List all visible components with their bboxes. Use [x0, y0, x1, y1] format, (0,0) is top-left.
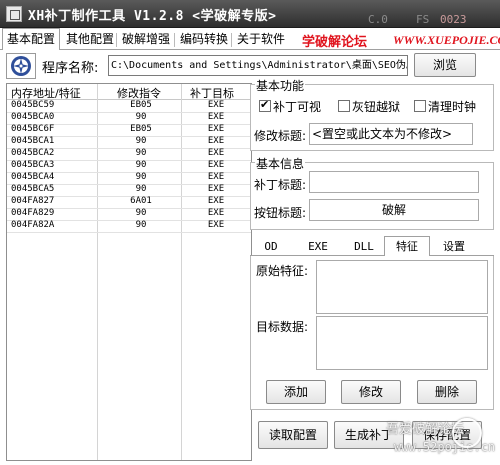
target-data-label: 目标数据:: [256, 320, 309, 334]
target-cell: EXE: [207, 136, 225, 146]
tab-feature[interactable]: 特征: [384, 236, 430, 257]
checkbox-clear-clock[interactable]: [414, 100, 426, 112]
checkbox-label: 灰钮越狱: [352, 100, 401, 114]
address-cell: 0045BC59: [11, 100, 55, 110]
target-cell: EXE: [207, 112, 225, 122]
address-cell: 0045BC6F: [11, 124, 55, 134]
watermark-url: www.52pojie.cn: [394, 440, 496, 454]
checkbox-gray-jailbreak[interactable]: [338, 100, 350, 112]
logo-button[interactable]: [6, 53, 36, 79]
target-cell: EXE: [207, 124, 225, 134]
instruction-cell: 90: [135, 172, 147, 182]
checkbox-label: 补丁可视: [273, 100, 322, 114]
address-cell: 0045BCA4: [11, 172, 55, 182]
tab-separator: [231, 33, 232, 47]
address-cell: 0045BCA5: [11, 184, 55, 194]
target-cell: EXE: [207, 160, 225, 170]
tab-separator: [174, 33, 175, 47]
tab-other-config[interactable]: 其他配置: [62, 30, 118, 50]
instruction-cell: 90: [135, 220, 147, 230]
target-cell: EXE: [207, 100, 225, 110]
modify-title-label: 修改标题:: [254, 129, 307, 143]
instruction-cell: 90: [135, 160, 147, 170]
modify-title-input[interactable]: <置空或此文本为不修改>: [309, 123, 473, 145]
tab-od[interactable]: OD: [254, 239, 288, 256]
read-config-button[interactable]: 读取配置: [258, 421, 328, 449]
forum-link[interactable]: 学破解论坛: [302, 31, 367, 50]
tab-exe[interactable]: EXE: [300, 239, 336, 256]
tab-about[interactable]: 关于软件: [233, 30, 289, 50]
instruction-cell: 90: [135, 148, 147, 158]
instruction-cell: 6A01: [130, 196, 152, 206]
column-header-target[interactable]: 补丁目标: [190, 85, 234, 101]
patch-list[interactable]: 内存地址/特征 修改指令 补丁目标 0045BC59 EB05 EXE 0045BCA…: [6, 83, 252, 461]
column-header-address[interactable]: 内存地址/特征: [11, 85, 81, 101]
forum-url-link[interactable]: WWW.XUEPOJIE.COM: [393, 33, 500, 48]
title-deco-text: FS: [416, 13, 430, 26]
instruction-cell: EB05: [130, 100, 152, 110]
table-row[interactable]: 004FA82A 90 EXE: [7, 220, 251, 233]
tab-separator: [116, 33, 117, 47]
original-feature-label: 原始特征:: [256, 264, 309, 278]
main-tab-bar: 基本配置 其他配置 破解增强 编码转换 关于软件 学破解论坛 WWW.XUEPO…: [0, 28, 500, 50]
tab-encoding[interactable]: 编码转换: [176, 30, 232, 50]
tab-crack-enhance[interactable]: 破解增强: [118, 30, 174, 50]
patch-title-input[interactable]: [309, 171, 479, 193]
basic-info-title: 基本信息: [255, 155, 306, 172]
column-header-instruction[interactable]: 修改指令: [117, 85, 161, 101]
add-button[interactable]: 添加: [266, 380, 326, 404]
target-cell: EXE: [207, 184, 225, 194]
app-icon: [6, 6, 22, 22]
address-cell: 0045BCA0: [11, 112, 55, 122]
address-cell: 004FA829: [11, 208, 55, 218]
address-cell: 0045BCA3: [11, 160, 55, 170]
checkbox-label: 清理时钟: [428, 100, 477, 114]
original-feature-input[interactable]: [316, 260, 488, 314]
title-deco-text: 0023: [440, 13, 467, 26]
target-cell: EXE: [207, 148, 225, 158]
list-header: 内存地址/特征 修改指令 补丁目标: [7, 84, 251, 100]
target-cell: EXE: [207, 208, 225, 218]
sub-tab-bar: OD EXE DLL 特征 设置: [250, 236, 494, 257]
address-cell: 004FA82A: [11, 220, 55, 230]
compass-icon: [11, 56, 31, 76]
address-cell: 0045BCA2: [11, 148, 55, 158]
window-title: XH补丁制作工具 V1.2.8 <学破解专版>: [28, 9, 277, 24]
instruction-cell: 90: [135, 208, 147, 218]
address-cell: 0045BCA1: [11, 136, 55, 146]
button-title-input[interactable]: 破解: [309, 199, 479, 221]
instruction-cell: 90: [135, 112, 147, 122]
browse-button[interactable]: 浏览: [414, 53, 476, 77]
instruction-cell: EB05: [130, 124, 152, 134]
watermark: 吾爱破解论坛 www.52pojie.cn: [384, 410, 500, 465]
button-title-label: 按钮标题:: [254, 206, 307, 220]
delete-button[interactable]: 删除: [417, 380, 477, 404]
modify-button[interactable]: 修改: [341, 380, 401, 404]
program-path-input[interactable]: C:\Documents and Settings\Administrator\…: [108, 55, 408, 76]
tab-settings[interactable]: 设置: [434, 239, 474, 256]
target-cell: EXE: [207, 172, 225, 182]
tab-basic-config[interactable]: 基本配置: [2, 28, 61, 50]
target-cell: EXE: [207, 220, 225, 230]
instruction-cell: 90: [135, 184, 147, 194]
title-bar: XH补丁制作工具 V1.2.8 <学破解专版> C.0 FS 0023: [0, 0, 500, 28]
checkbox-patch-visible[interactable]: [259, 98, 271, 112]
program-name-label: 程序名称:: [42, 61, 99, 76]
instruction-cell: 90: [135, 136, 147, 146]
watermark-logo-icon: [452, 418, 482, 448]
basic-function-title: 基本功能: [255, 77, 306, 94]
title-deco-text: C.0: [368, 13, 388, 26]
patch-title-label: 补丁标题:: [254, 178, 307, 192]
address-cell: 004FA827: [11, 196, 55, 206]
tab-dll[interactable]: DLL: [346, 239, 382, 256]
title-decoration: C.0 FS 0023: [368, 3, 496, 26]
target-cell: EXE: [207, 196, 225, 206]
target-data-input[interactable]: [316, 316, 488, 370]
